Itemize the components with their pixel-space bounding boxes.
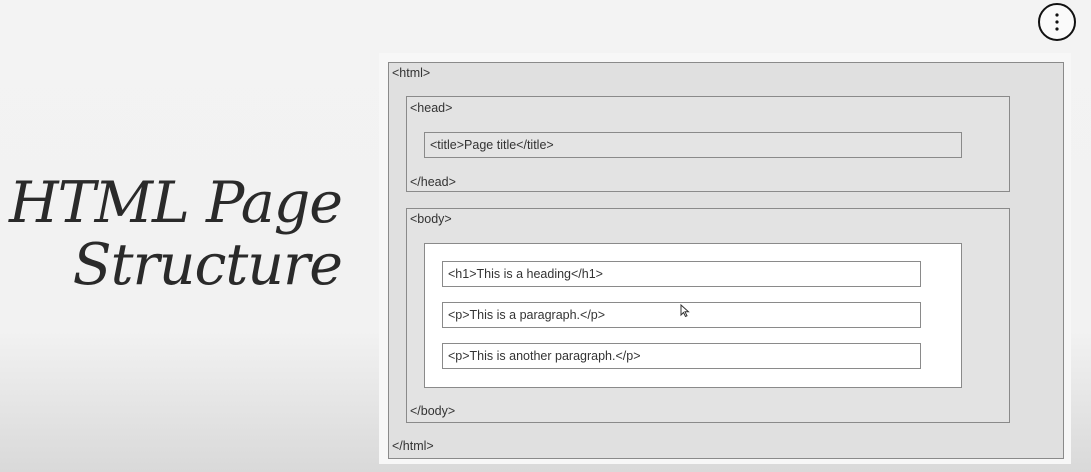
p1-tag: <p>This is a paragraph.</p> xyxy=(448,308,606,322)
html-structure-diagram: <html> <head> <title>Page title</title> … xyxy=(379,53,1071,464)
head-open-tag: <head> xyxy=(410,101,453,115)
title-tag: <title>Page title</title> xyxy=(430,138,554,152)
head-close-tag: </head> xyxy=(410,175,456,189)
body-close-tag: </body> xyxy=(410,404,456,418)
body-open-tag: <body> xyxy=(410,212,452,226)
slide-title-line-2: Structure xyxy=(72,232,343,298)
html-open-tag: <html> xyxy=(392,66,431,80)
slide-title: HTML Page Structure xyxy=(0,170,343,298)
more-options-button[interactable] xyxy=(1038,3,1076,41)
slide-title-line-1: HTML Page xyxy=(8,170,343,236)
vertical-ellipsis-icon xyxy=(1055,13,1059,31)
p2-tag: <p>This is another paragraph.</p> xyxy=(448,349,641,363)
html-close-tag: </html> xyxy=(392,439,434,453)
h1-tag: <h1>This is a heading</h1> xyxy=(448,267,603,281)
mouse-pointer-icon xyxy=(680,304,690,318)
